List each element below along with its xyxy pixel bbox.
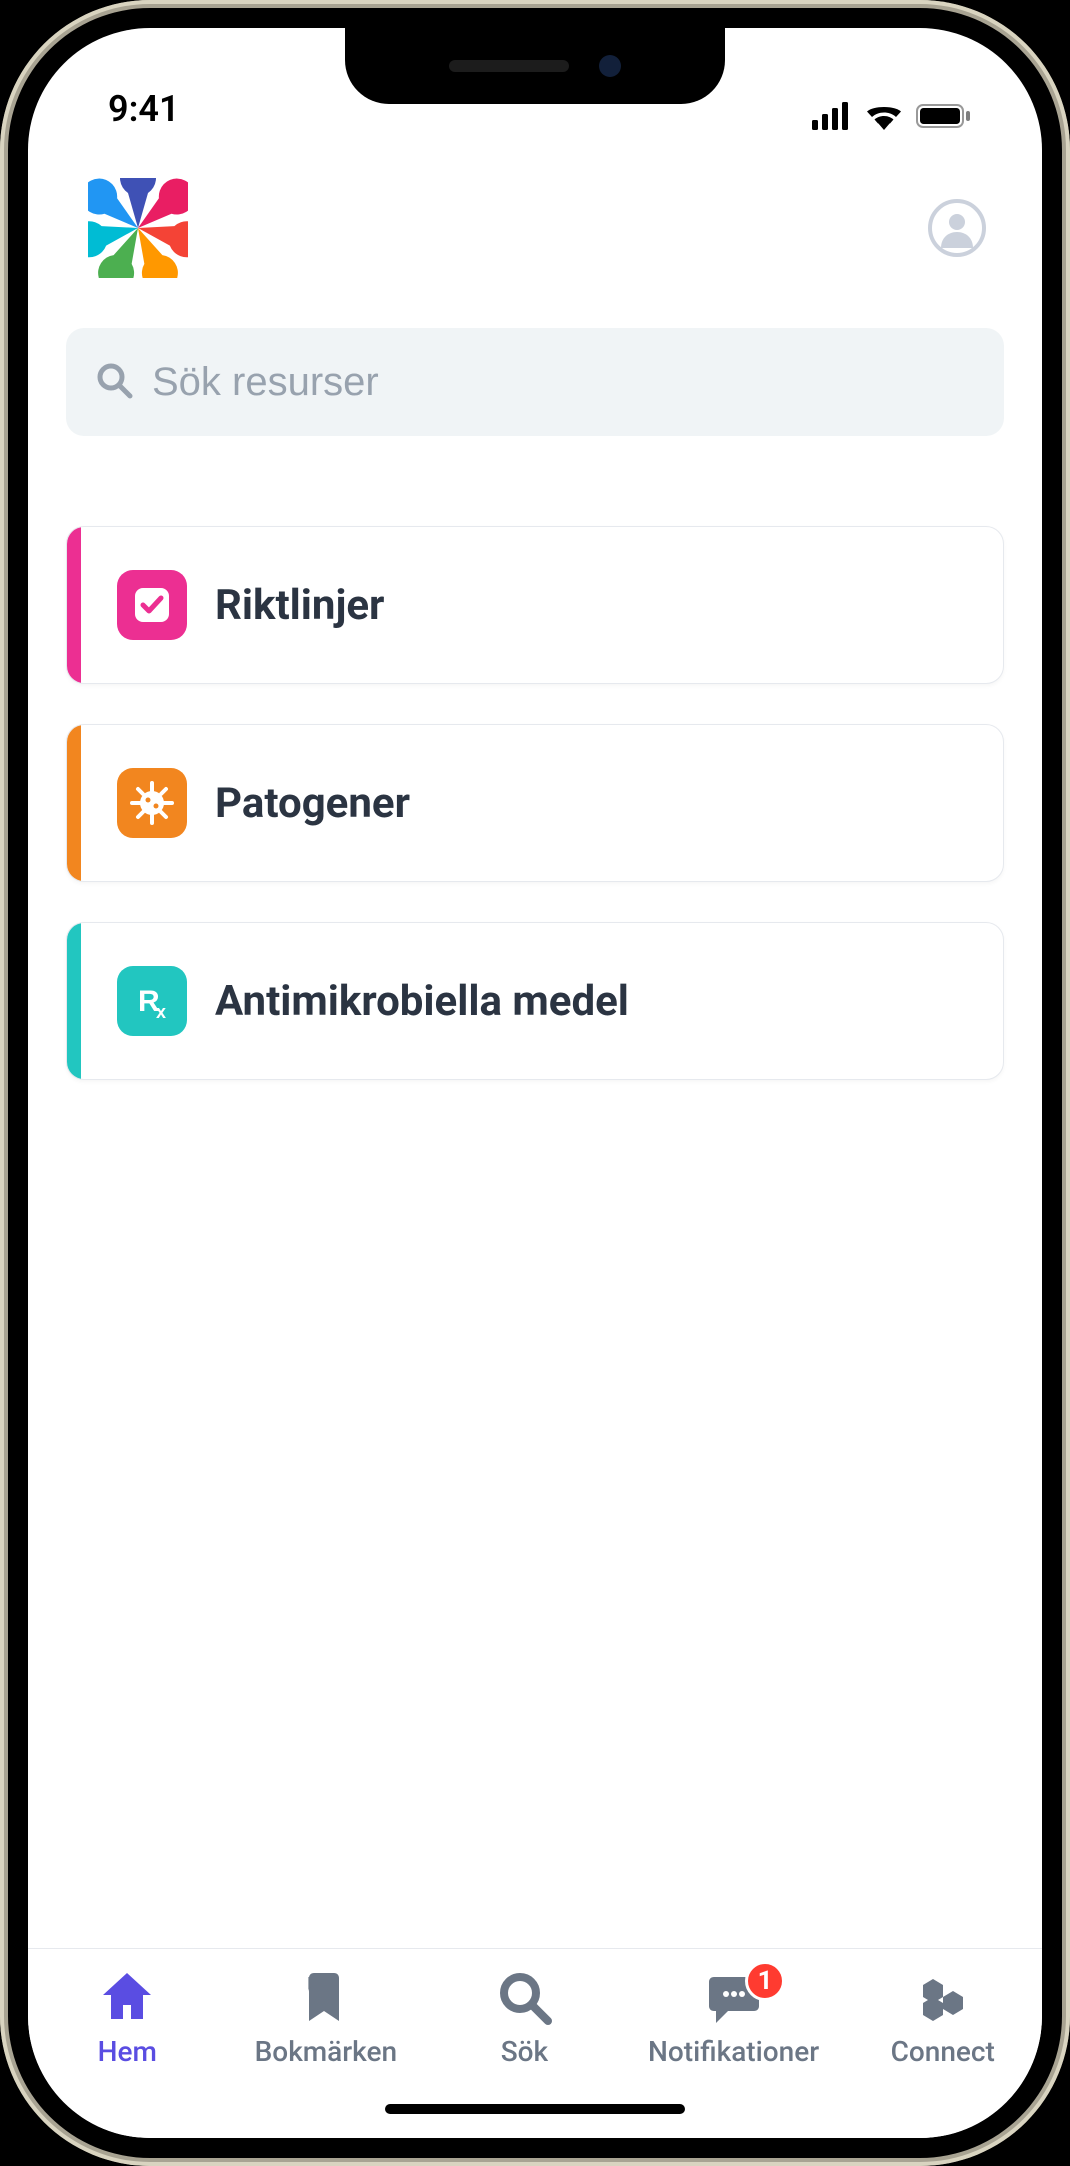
main-content: Riktlinjer Patogener	[28, 308, 1042, 1948]
tab-connect[interactable]: Connect	[868, 1967, 1018, 2068]
connect-icon	[913, 1967, 973, 2027]
search-icon	[94, 360, 134, 404]
category-label: Antimikrobiella medel	[215, 977, 629, 1026]
notification-badge: 1	[745, 1961, 785, 2001]
app-header	[28, 138, 1042, 308]
rx-icon: Rx	[117, 966, 187, 1036]
tab-label: Notifikationer	[648, 2035, 819, 2068]
search-icon	[494, 1967, 554, 2027]
home-indicator[interactable]	[385, 2104, 685, 2114]
screen: 9:41	[28, 28, 1042, 2138]
search-input-wrapper[interactable]	[66, 328, 1004, 436]
virus-icon	[117, 768, 187, 838]
tab-bookmarks[interactable]: Bokmärken	[251, 1967, 401, 2068]
tab-label: Hem	[98, 2035, 157, 2068]
search-input[interactable]	[152, 360, 976, 405]
category-riktlinjer[interactable]: Riktlinjer	[66, 526, 1004, 684]
tab-search[interactable]: Sök	[449, 1967, 599, 2068]
wifi-icon	[864, 102, 904, 130]
status-indicators	[812, 102, 972, 130]
category-patogener[interactable]: Patogener	[66, 724, 1004, 882]
home-icon	[97, 1967, 157, 2027]
bookmark-icon	[296, 1967, 356, 2027]
tab-home[interactable]: Hem	[52, 1967, 202, 2068]
device-notch	[345, 28, 725, 104]
phone-frame: 9:41	[0, 0, 1070, 2166]
battery-icon	[916, 102, 972, 130]
tab-label: Bokmärken	[255, 2035, 397, 2068]
category-label: Riktlinjer	[215, 581, 384, 630]
tab-label: Sök	[501, 2035, 548, 2068]
tab-notifications[interactable]: 1 Notifikationer	[648, 1967, 819, 2068]
profile-button[interactable]	[928, 199, 986, 257]
user-icon	[937, 208, 977, 248]
svg-text:x: x	[156, 1002, 166, 1022]
tab-label: Connect	[891, 2035, 995, 2068]
checkbox-icon	[117, 570, 187, 640]
category-label: Patogener	[215, 779, 410, 828]
category-antimikrobiella[interactable]: Rx Antimikrobiella medel	[66, 922, 1004, 1080]
status-time: 9:41	[108, 88, 180, 130]
cellular-icon	[812, 102, 852, 130]
app-logo-icon	[88, 178, 188, 278]
